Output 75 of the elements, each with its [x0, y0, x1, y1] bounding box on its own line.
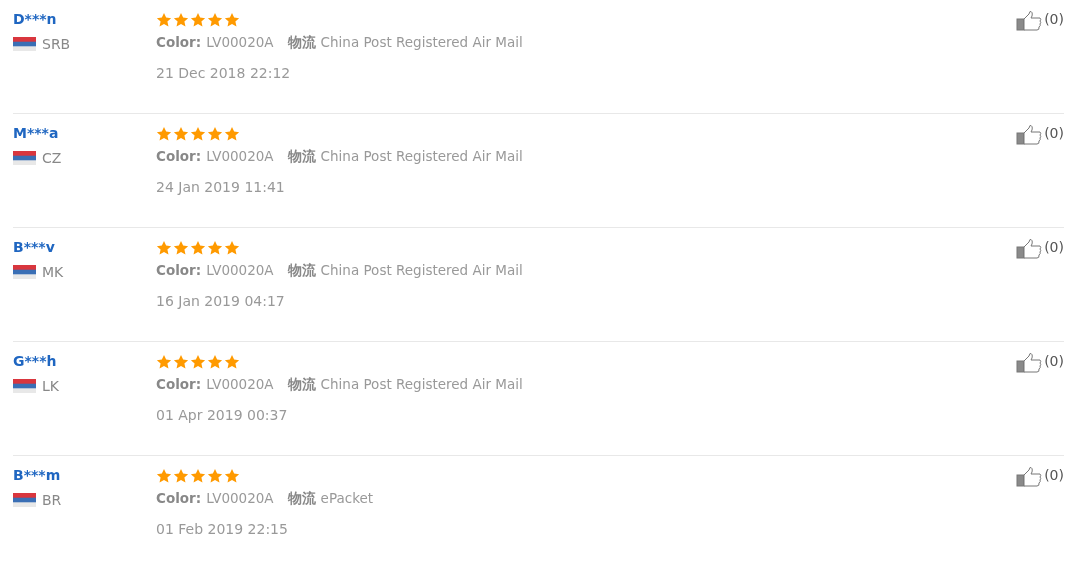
flag-icon [13, 493, 36, 507]
star-icon [156, 126, 172, 142]
review-date: 01 Apr 2019 00:37 [156, 407, 288, 423]
star-icon [224, 468, 240, 484]
star-icon [173, 240, 189, 256]
review-date: 16 Jan 2019 04:17 [156, 293, 285, 309]
country-code: LK [42, 378, 59, 394]
review-date: 24 Jan 2019 11:41 [156, 179, 285, 195]
thumbs-up-icon [1016, 239, 1043, 259]
flag-icon [13, 265, 36, 279]
reviewer-name: D***n [13, 11, 57, 27]
option-value: LV00020A [206, 148, 274, 166]
star-icon [173, 12, 189, 28]
option-value: LV00020A [206, 34, 274, 52]
country-code: CZ [42, 150, 62, 166]
reviewer-name: B***v [13, 239, 55, 255]
star-icon [156, 240, 172, 256]
shipping-label: 物流 [287, 34, 316, 52]
star-icon [190, 354, 206, 370]
shipping-method: ePacket [320, 490, 374, 508]
country-code: SRB [42, 36, 71, 52]
flag-icon [13, 379, 36, 393]
shipping-method: China Post Registered Air Mail [320, 148, 523, 166]
star-icon [190, 12, 206, 28]
star-icon [156, 12, 172, 28]
option-value: LV00020A [206, 262, 274, 280]
star-icon [173, 126, 189, 142]
star-icon [156, 354, 172, 370]
shipping-method: China Post Registered Air Mail [320, 376, 523, 394]
thumbs-up-icon [1016, 467, 1043, 487]
thumbs-up-icon [1016, 11, 1043, 31]
option-label: Color: [156, 490, 202, 508]
shipping-label: 物流 [287, 148, 316, 166]
shipping-label: 物流 [287, 376, 316, 394]
reviewer-name: B***m [13, 467, 61, 483]
option-label: Color: [156, 148, 202, 166]
shipping-label: 物流 [287, 262, 316, 280]
option-value: LV00020A [206, 376, 274, 394]
star-icon [207, 126, 223, 142]
star-icon [224, 126, 240, 142]
like-button[interactable]: (0) [1016, 239, 1064, 261]
option-label: Color: [156, 34, 202, 52]
like-button[interactable]: (0) [1016, 353, 1064, 375]
like-button[interactable]: (0) [1016, 467, 1064, 489]
star-icon [207, 468, 223, 484]
star-icon [207, 12, 223, 28]
star-icon [190, 468, 206, 484]
star-icon [224, 354, 240, 370]
shipping-method: China Post Registered Air Mail [320, 34, 523, 52]
star-icon [190, 240, 206, 256]
country-code: MK [42, 264, 64, 280]
shipping-label: 物流 [287, 490, 316, 508]
star-icon [190, 126, 206, 142]
like-button[interactable]: (0) [1016, 125, 1064, 147]
thumbs-up-icon [1016, 125, 1043, 145]
reviewer-name: G***h [13, 353, 57, 369]
country-code: BR [42, 492, 62, 508]
review-date: 21 Dec 2018 22:12 [156, 65, 291, 81]
star-icon [156, 468, 172, 484]
option-label: Color: [156, 262, 202, 280]
reviewer-name: M***a [13, 125, 59, 141]
flag-icon [13, 151, 36, 165]
star-icon [173, 354, 189, 370]
star-icon [224, 12, 240, 28]
thumbs-up-icon [1016, 353, 1043, 373]
star-icon [173, 468, 189, 484]
shipping-method: China Post Registered Air Mail [320, 262, 523, 280]
star-icon [207, 354, 223, 370]
flag-icon [13, 37, 36, 51]
like-button[interactable]: (0) [1016, 11, 1064, 33]
star-icon [224, 240, 240, 256]
option-label: Color: [156, 376, 202, 394]
review-date: 01 Feb 2019 22:15 [156, 521, 288, 537]
star-icon [207, 240, 223, 256]
option-value: LV00020A [206, 490, 274, 508]
